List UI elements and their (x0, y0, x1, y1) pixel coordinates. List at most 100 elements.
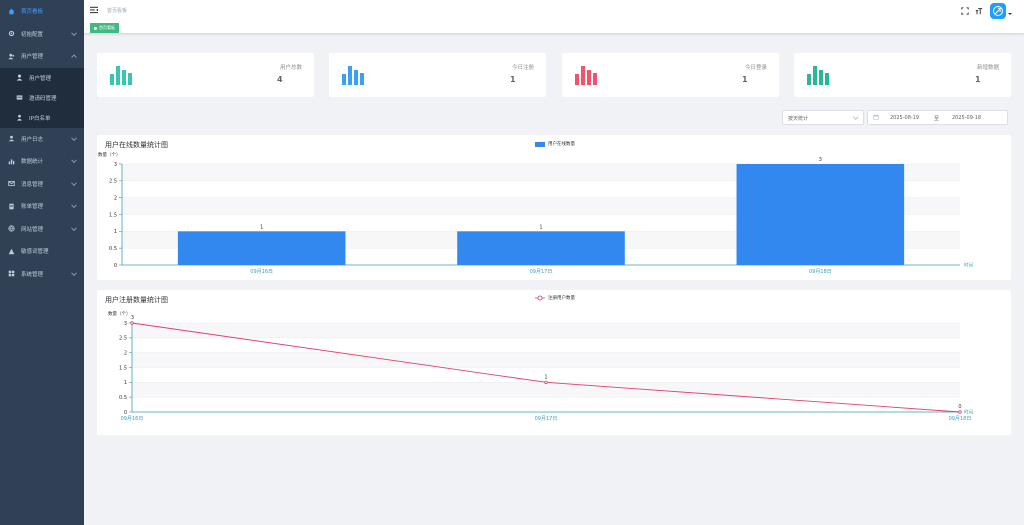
date-range-picker[interactable]: 2025-08-19 至 2025-09-18 (867, 110, 1008, 125)
data-label: 3 (131, 315, 134, 321)
submenu-item-label: IP白名单 (29, 115, 51, 122)
grid-band (132, 323, 960, 338)
line-chart: 00.511.522.53数量（个）时间309月16日109月17日009月18… (108, 310, 973, 422)
navbar-right (956, 2, 1012, 19)
sidebar-item-system[interactable]: 系统管理 (0, 263, 84, 286)
bar-chart-icon (342, 66, 364, 85)
font-size-icon[interactable] (974, 6, 984, 16)
stat-label: 用户总数 (279, 65, 302, 71)
bar (457, 231, 625, 265)
x-tick-label: 09月18日 (809, 269, 832, 275)
y-tick-label: 1 (114, 229, 117, 235)
stat-label: 今日注册 (511, 65, 534, 71)
caret-down-icon[interactable] (1008, 12, 1012, 15)
range-type-select[interactable]: 按天统计 (782, 110, 864, 125)
tags-view: 首页看板 (84, 21, 1024, 34)
chevron-down-icon (852, 114, 858, 120)
bar (177, 231, 346, 265)
breadcrumb[interactable]: 首页看板 (107, 7, 127, 14)
grid-band (132, 352, 960, 368)
start-date[interactable]: 2025-08-19 (890, 115, 919, 121)
stat-label: 新增数据 (976, 65, 999, 71)
data-label: 3 (819, 157, 822, 163)
stats-icon (6, 158, 16, 165)
sidebar-item-data-stats[interactable]: 数据统计 (0, 150, 84, 173)
stat-value: 1 (742, 75, 748, 84)
system-icon (6, 270, 16, 277)
range-type-value: 按天统计 (788, 115, 809, 122)
y-tick-label: 0 (114, 263, 117, 269)
user-icon (14, 74, 24, 81)
sidebar-item-dashboard[interactable]: 首页看板 (0, 0, 84, 23)
data-label: 1 (544, 374, 547, 380)
stat-label: 今日登录 (744, 65, 767, 71)
x-axis-label: 时间 (964, 409, 973, 416)
main-content: 首页看板 首页看板 用户总数 4 今日注册 1 今日登录 1 新增数据 1 按天… (84, 0, 1024, 460)
home-icon (6, 8, 16, 15)
y-axis-label: 数量（个） (108, 310, 131, 317)
data-label: 0 (958, 404, 961, 410)
sidebar-item-user-management[interactable]: 用户管理 (0, 45, 84, 68)
registered-users-chart-card: 用户注册数量统计图 注册用户数量 0 0.5 1 1.5 2 2.5 3 数量（个） 时间 3 09… (97, 290, 1011, 435)
date-separator: 至 (934, 115, 940, 122)
bar-chart: 0 0.5 1 1.5 2 2.5 3 数量（个） 时间 1 09月16日 1 09月17日 3 09月18… (98, 151, 973, 275)
bar (736, 164, 905, 265)
y-tick-label: 2.5 (109, 179, 117, 185)
tab-label: 首页看板 (99, 25, 115, 30)
end-date[interactable]: 2025-09-18 (952, 115, 981, 121)
fullscreen-icon[interactable] (960, 6, 970, 16)
data-point (544, 380, 548, 385)
y-tick-label: 0.5 (109, 246, 117, 252)
x-tick-label: 09月16日 (121, 416, 144, 422)
active-dot-icon (94, 26, 97, 30)
stat-card-today-registered[interactable]: 今日注册 1 (329, 53, 546, 97)
hamburger-icon[interactable] (90, 6, 98, 14)
y-tick-label: 0.5 (119, 395, 127, 401)
x-tick-label: 09月17日 (530, 269, 553, 275)
x-tick-label: 09月16日 (250, 269, 273, 275)
data-label: 1 (539, 224, 542, 230)
stat-card-new-data[interactable]: 新增数据 1 (794, 53, 1011, 97)
y-tick-label: 3 (114, 162, 117, 168)
sidebar-item-sensitive-words[interactable]: 敏感词管理 (0, 240, 84, 263)
y-tick-label: 0 (124, 410, 127, 416)
users-icon (6, 53, 16, 60)
sensitive-word-icon (6, 248, 16, 255)
grid-band (132, 382, 960, 398)
submenu-item-ip-whitelist[interactable]: IP白名单 (0, 108, 84, 128)
submenu-item-invite-code[interactable]: 邀请码管理 (0, 88, 84, 108)
y-tick-label: 2 (124, 350, 127, 356)
sidebar-item-initial-config[interactable]: 初始配置 (0, 23, 84, 46)
bar-chart-icon (110, 66, 132, 85)
ip-whitelist-icon (14, 114, 24, 121)
stat-card-total-users[interactable]: 用户总数 4 (97, 53, 314, 97)
navbar: 首页看板 (84, 0, 1024, 22)
y-tick-label: 2 (114, 195, 117, 201)
user-management-submenu: 用户管理 邀请码管理 IP白名单 (0, 67, 84, 128)
sidebar-item-website[interactable]: 网站管理 (0, 218, 84, 241)
y-axis-label: 数量（个） (98, 151, 121, 158)
submenu-item-label: 用户管理 (29, 75, 52, 82)
sidebar: 首页看板 初始配置 用户管理 用户管理 邀请码管理 IP白名单 用户日志 数据统… (0, 0, 84, 525)
sidebar-item-label: 敏感词管理 (21, 249, 49, 256)
avatar[interactable] (990, 2, 1006, 19)
y-tick-label: 1.5 (119, 365, 127, 371)
x-axis-label: 时间 (964, 262, 973, 269)
sidebar-item-user-log[interactable]: 用户日志 (0, 128, 84, 151)
sidebar-item-message[interactable]: 消息管理 (0, 173, 84, 196)
tab-dashboard[interactable]: 首页看板 (90, 23, 119, 33)
submenu-item-user-management[interactable]: 用户管理 (0, 68, 84, 88)
y-tick-label: 2.5 (119, 336, 127, 342)
y-tick-label: 3 (124, 321, 127, 327)
x-tick-label: 09月18日 (949, 416, 972, 422)
message-icon (6, 180, 16, 187)
x-tick-label: 09月17日 (535, 416, 558, 422)
stat-card-today-login[interactable]: 今日登录 1 (562, 53, 779, 97)
data-point (130, 321, 134, 325)
user-log-icon (6, 135, 16, 142)
stat-value: 1 (975, 75, 981, 84)
sidebar-item-bill[interactable]: 账单管理 (0, 195, 84, 218)
calendar-icon (873, 114, 879, 122)
settings-icon (6, 30, 16, 37)
data-label: 1 (260, 224, 263, 230)
